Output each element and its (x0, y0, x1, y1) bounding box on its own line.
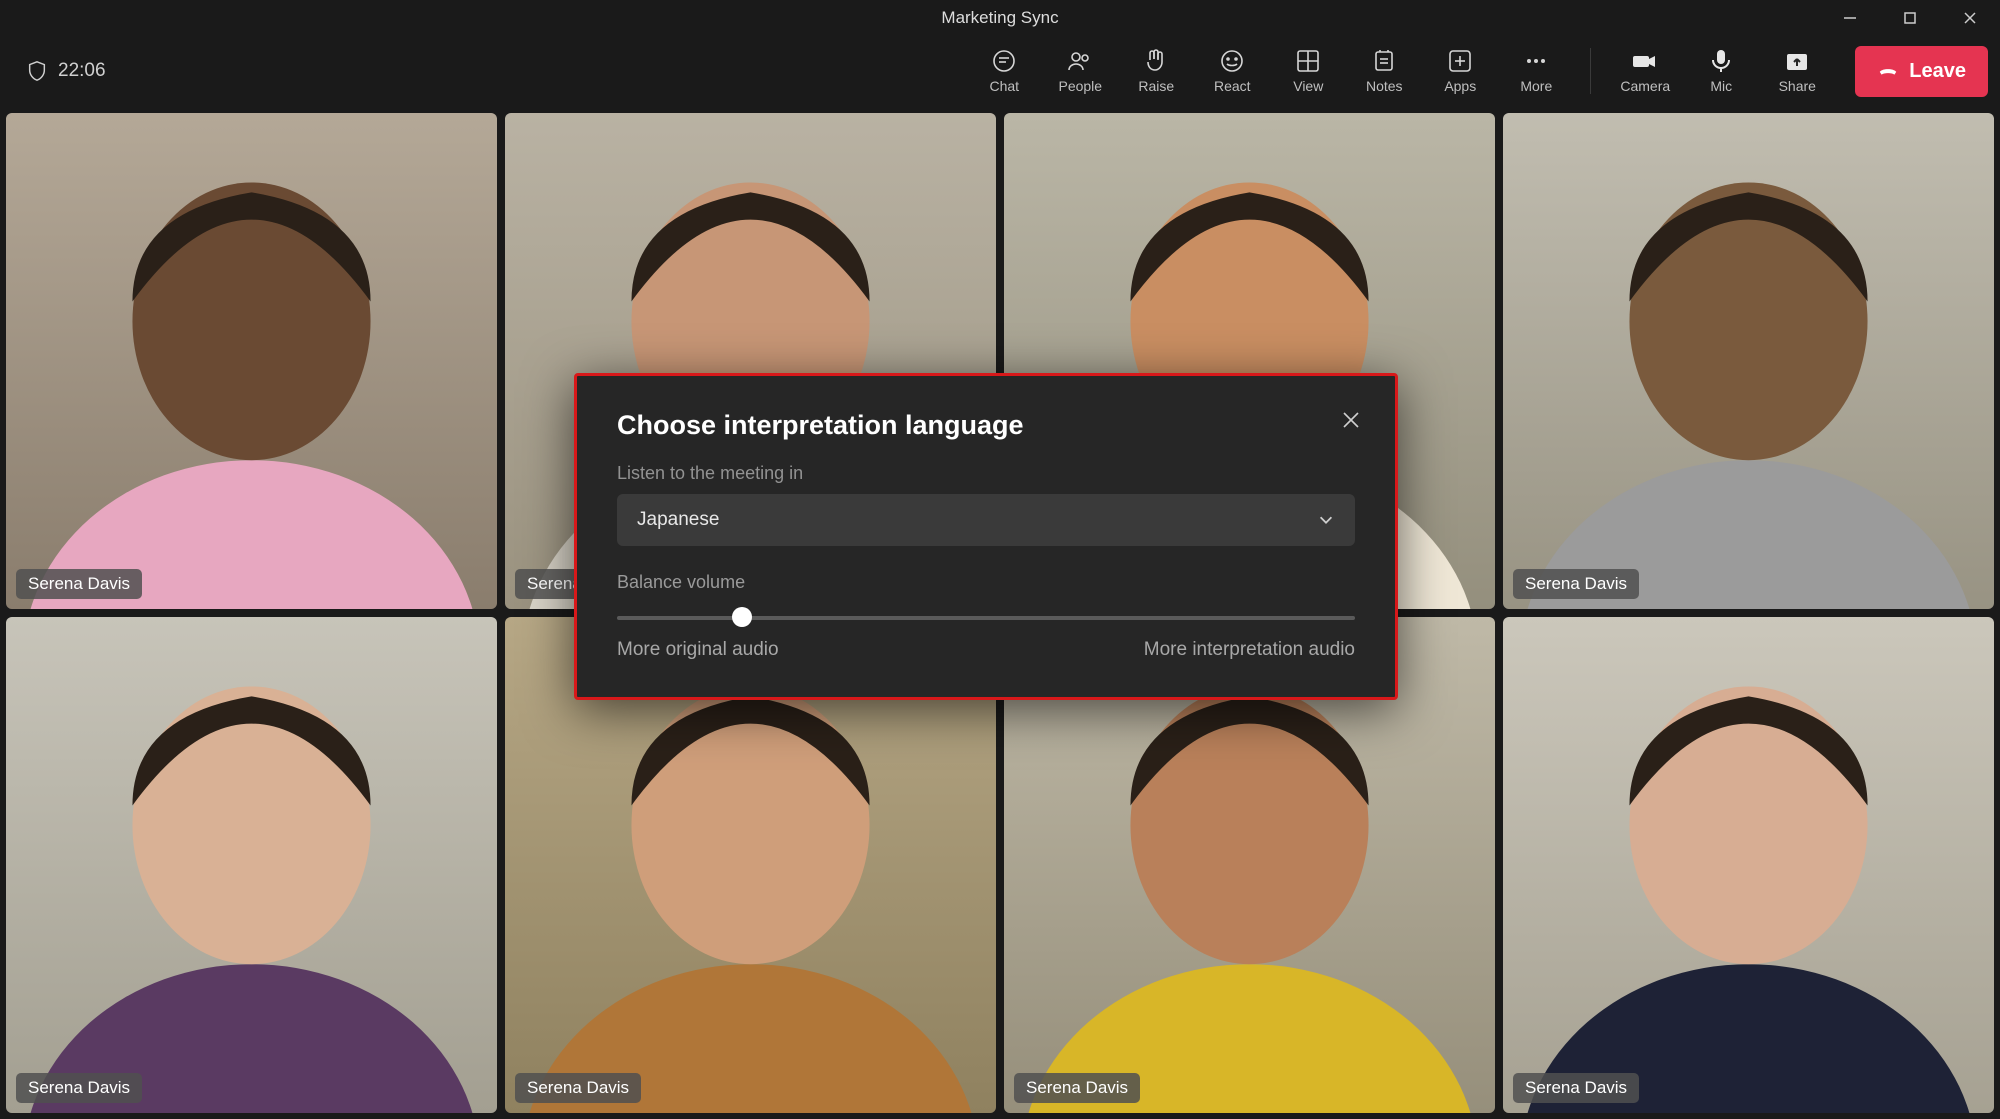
close-icon (1341, 410, 1361, 430)
apps-icon (1447, 48, 1473, 74)
balance-slider[interactable] (617, 615, 1355, 621)
window-controls (1820, 0, 2000, 35)
raise-icon (1143, 48, 1169, 74)
chat-button[interactable]: Chat (968, 48, 1040, 94)
participant-name: Serena Davis (1513, 1073, 1639, 1103)
share-icon (1784, 48, 1810, 74)
notes-icon (1371, 48, 1397, 74)
participant-video (1503, 113, 1994, 609)
more-interpretation-label: More interpretation audio (1144, 639, 1355, 661)
participant-tile[interactable]: Serena Davis (6, 617, 497, 1113)
camera-icon (1632, 48, 1658, 74)
more-icon (1523, 48, 1549, 74)
chat-icon (991, 48, 1017, 74)
balance-volume-label: Balance volume (617, 572, 1355, 593)
chat-label: Chat (989, 78, 1019, 94)
participant-name: Serena Davis (1513, 569, 1639, 599)
slider-thumb[interactable] (732, 607, 752, 627)
participant-tile[interactable]: Serena Davis (1503, 617, 1994, 1113)
view-label: View (1293, 78, 1323, 94)
hangup-icon (1877, 60, 1899, 82)
participant-tile[interactable]: Serena Davis (6, 113, 497, 609)
slider-track (617, 616, 1355, 620)
react-button[interactable]: React (1196, 48, 1268, 94)
more-original-label: More original audio (617, 639, 779, 661)
dialog-close-button[interactable] (1335, 404, 1367, 436)
notes-button[interactable]: Notes (1348, 48, 1420, 94)
maximize-icon (1903, 11, 1917, 25)
react-label: React (1214, 78, 1251, 94)
shield-icon (26, 60, 48, 82)
view-button[interactable]: View (1272, 48, 1344, 94)
more-button[interactable]: More (1500, 48, 1572, 94)
selected-language: Japanese (637, 509, 719, 531)
maximize-button[interactable] (1880, 0, 1940, 38)
people-button[interactable]: People (1044, 48, 1116, 94)
participant-video (6, 113, 497, 609)
people-icon (1067, 48, 1093, 74)
participant-name: Serena Davis (16, 569, 142, 599)
raise-label: Raise (1138, 78, 1174, 94)
more-label: More (1520, 78, 1552, 94)
apps-button[interactable]: Apps (1424, 48, 1496, 94)
close-icon (1963, 11, 1977, 25)
leave-label: Leave (1909, 60, 1966, 83)
mic-icon (1708, 48, 1734, 74)
participant-video (1503, 617, 1994, 1113)
react-icon (1219, 48, 1245, 74)
meeting-toolbar: 22:06 Chat People Raise React View Notes Apps M… (0, 35, 2000, 107)
duration-text: 22:06 (58, 60, 106, 82)
app-frame: Marketing Sync 22:06 Chat People Raise Reac… (0, 0, 2000, 1119)
meeting-duration: 22:06 (26, 60, 106, 82)
share-button[interactable]: Share (1761, 48, 1833, 94)
interpretation-dialog: Choose interpretation language Listen to… (574, 373, 1398, 700)
slider-end-labels: More original audio More interpretation … (617, 639, 1355, 661)
minimize-button[interactable] (1820, 0, 1880, 38)
camera-button[interactable]: Camera (1609, 48, 1681, 94)
mic-label: Mic (1710, 78, 1732, 94)
window-title: Marketing Sync (941, 8, 1058, 28)
video-stage: Serena Davis Serena Davis Serena Davis Sere… (0, 107, 2000, 1119)
dialog-title: Choose interpretation language (617, 410, 1355, 441)
participant-name: Serena Davis (515, 1073, 641, 1103)
minimize-icon (1843, 11, 1857, 25)
share-label: Share (1779, 78, 1816, 94)
camera-label: Camera (1620, 78, 1670, 94)
notes-label: Notes (1366, 78, 1403, 94)
language-select[interactable]: Japanese (617, 494, 1355, 546)
toolbar-divider (1590, 48, 1591, 94)
participant-name: Serena Davis (16, 1073, 142, 1103)
listen-in-label: Listen to the meeting in (617, 463, 1355, 484)
view-icon (1295, 48, 1321, 74)
chevron-down-icon (1317, 511, 1335, 529)
participant-name: Serena Davis (1014, 1073, 1140, 1103)
leave-button[interactable]: Leave (1855, 46, 1988, 97)
close-window-button[interactable] (1940, 0, 2000, 38)
mic-button[interactable]: Mic (1685, 48, 1757, 94)
raise-button[interactable]: Raise (1120, 48, 1192, 94)
people-label: People (1058, 78, 1102, 94)
participant-tile[interactable]: Serena Davis (1503, 113, 1994, 609)
titlebar: Marketing Sync (0, 0, 2000, 35)
participant-video (6, 617, 497, 1113)
apps-label: Apps (1444, 78, 1476, 94)
